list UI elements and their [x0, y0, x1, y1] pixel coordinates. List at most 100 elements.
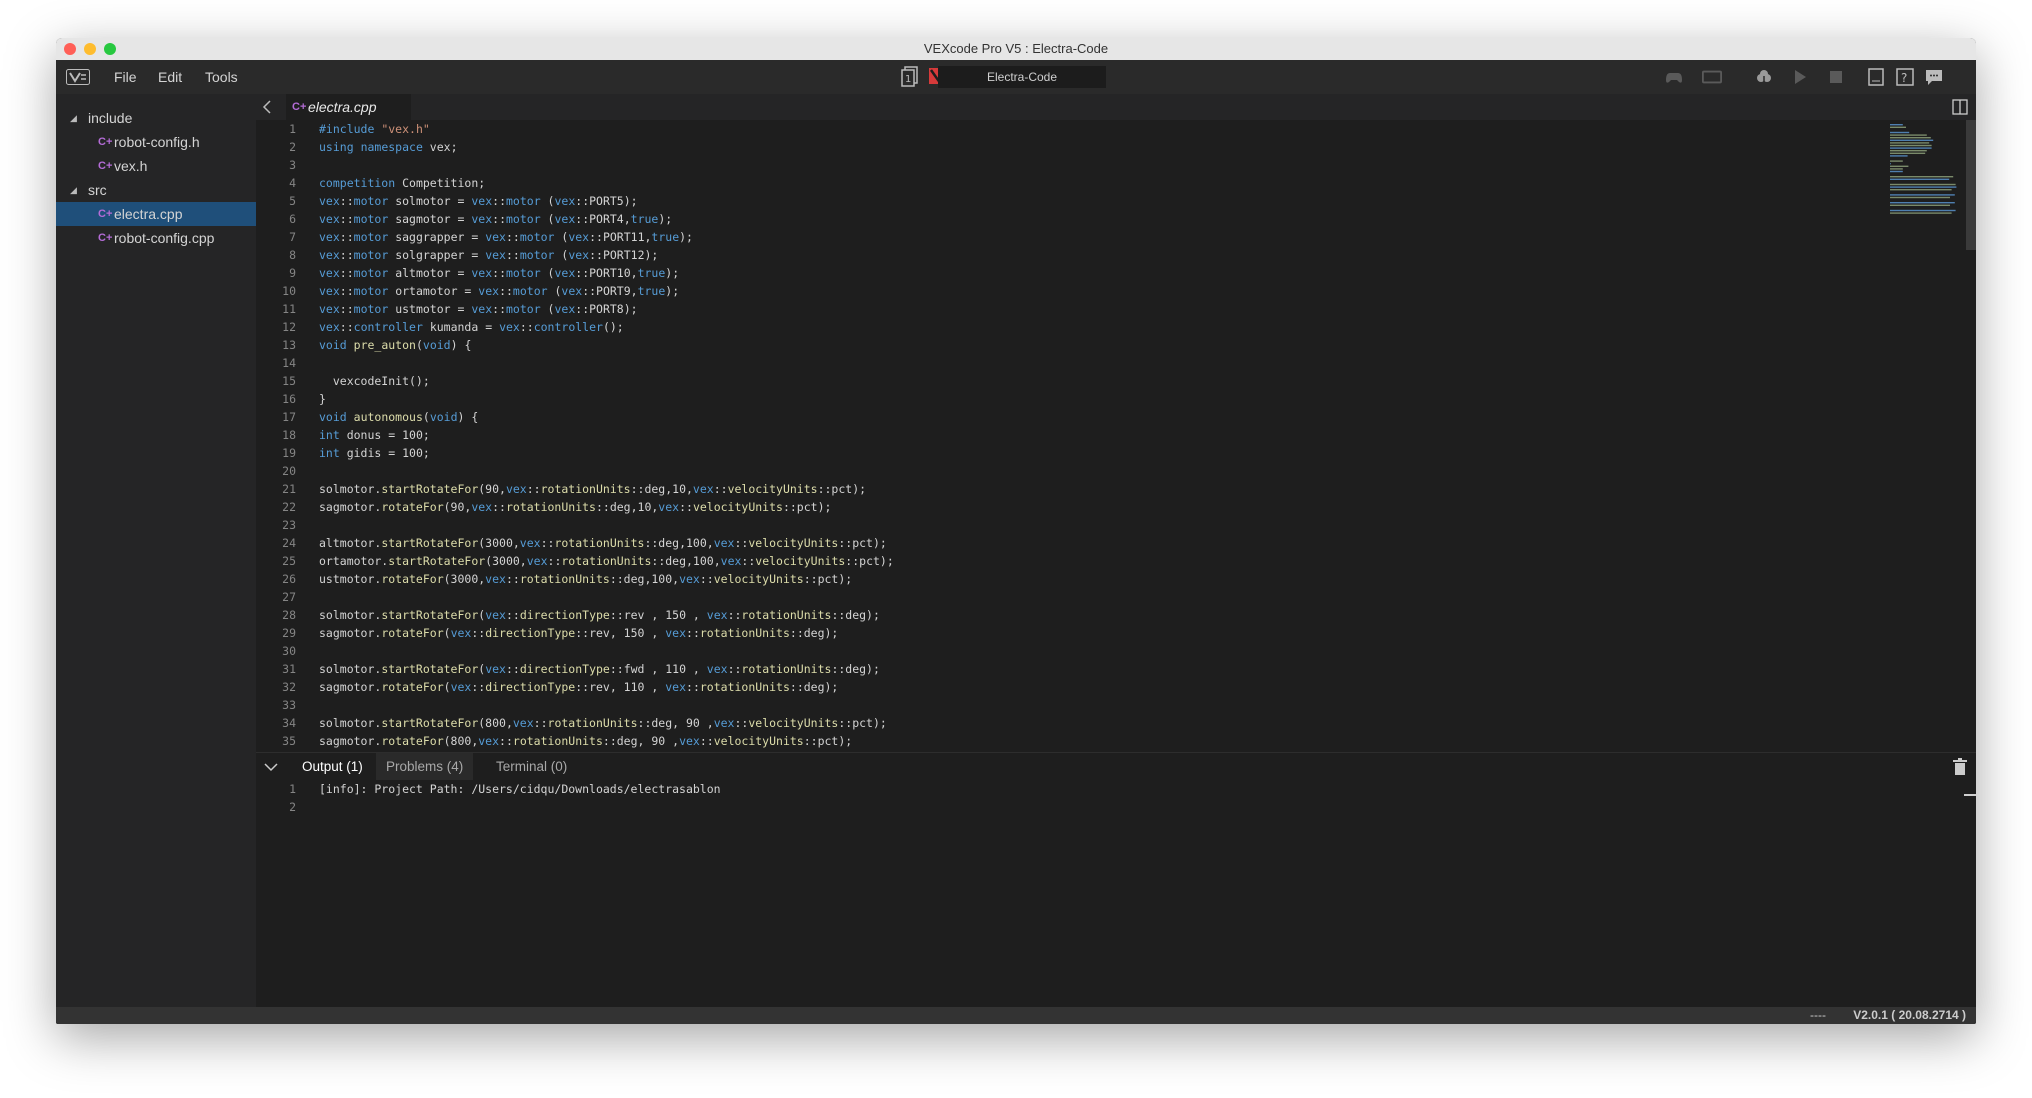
code-line[interactable]: [319, 462, 894, 480]
trash-icon[interactable]: [1952, 758, 1968, 776]
vex-logo-icon[interactable]: [66, 69, 90, 85]
tab-electra-cpp[interactable]: C+ electra.cpp: [286, 94, 411, 120]
output-panel[interactable]: 1 2 [info]: Project Path: /Users/cidqu/D…: [256, 780, 1976, 1007]
minimize-window-button[interactable]: [84, 43, 96, 55]
project-name[interactable]: Electra-Code: [938, 66, 1106, 88]
code-line[interactable]: ortamotor.startRotateFor(3000,vex::rotat…: [319, 552, 894, 570]
line-number: 30: [282, 644, 296, 658]
minimap-line: [1890, 152, 1926, 154]
tab-problems[interactable]: Problems (4): [376, 753, 474, 781]
device-info-icon[interactable]: [1866, 68, 1886, 86]
play-icon[interactable]: [1790, 68, 1810, 86]
code-line[interactable]: [319, 642, 894, 660]
code-line[interactable]: #include "vex.h": [319, 120, 894, 138]
download-icon[interactable]: [1754, 68, 1774, 86]
output-panel-header: Output (1) Problems (4) Terminal (0): [256, 752, 1976, 781]
menu-edit[interactable]: Edit: [158, 69, 182, 85]
close-window-button[interactable]: [64, 43, 76, 55]
code-line[interactable]: solmotor.startRotateFor(800,vex::rotatio…: [319, 714, 894, 732]
code-line[interactable]: sagmotor.rotateFor(90,vex::rotationUnits…: [319, 498, 894, 516]
line-number: 11: [282, 302, 296, 316]
code-line[interactable]: [319, 156, 894, 174]
code-line[interactable]: }: [319, 390, 894, 408]
code-line[interactable]: sagmotor.rotateFor(vex::directionType::r…: [319, 624, 894, 642]
code-line[interactable]: [319, 696, 894, 714]
tree-folder-include[interactable]: ◢ include: [56, 106, 256, 130]
line-number: 8: [289, 248, 296, 262]
collapse-arrow-icon: ◢: [70, 185, 77, 195]
line-number: 20: [282, 464, 296, 478]
code-line[interactable]: vex::motor sagmotor = vex::motor (vex::P…: [319, 210, 894, 228]
zoom-window-button[interactable]: [104, 43, 116, 55]
code-line[interactable]: sagmotor.rotateFor(vex::directionType::r…: [319, 678, 894, 696]
code-line[interactable]: competition Competition;: [319, 174, 894, 192]
minimap-line: [1890, 209, 1956, 212]
line-number: 17: [282, 410, 296, 424]
editor-scrollbar[interactable]: [1966, 120, 1976, 250]
code-line[interactable]: vex::motor ustmotor = vex::motor (vex::P…: [319, 300, 894, 318]
tree-file-robot-config-cpp[interactable]: C+ robot-config.cpp: [56, 226, 256, 250]
slot-selector-icon[interactable]: 1: [900, 65, 920, 87]
code-line[interactable]: vex::controller kumanda = vex::controlle…: [319, 318, 894, 336]
code-line[interactable]: [319, 354, 894, 372]
help-icon[interactable]: ?: [1895, 68, 1915, 86]
code-line[interactable]: [319, 516, 894, 534]
tree-file-vex-h[interactable]: C+ vex.h: [56, 154, 256, 178]
line-number: 28: [282, 608, 296, 622]
controller-icon[interactable]: [1664, 68, 1684, 86]
code-line[interactable]: sagmotor.rotateFor(800,vex::rotationUnit…: [319, 732, 894, 750]
tab-output[interactable]: Output (1): [292, 753, 373, 781]
minimap-line: [1890, 212, 1952, 214]
code-line[interactable]: vex::motor solmotor = vex::motor (vex::P…: [319, 192, 894, 210]
tree-file-robot-config-h[interactable]: C+ robot-config.h: [56, 130, 256, 154]
chevron-left-icon[interactable]: [260, 94, 274, 120]
code-line[interactable]: altmotor.startRotateFor(3000,vex::rotati…: [319, 534, 894, 552]
line-number: 33: [282, 698, 296, 712]
tree-item-label: robot-config.h: [114, 134, 200, 150]
code-line[interactable]: int gidis = 100;: [319, 444, 894, 462]
line-number: 12: [282, 320, 296, 334]
minimap[interactable]: [1886, 120, 1966, 420]
code-line[interactable]: int donus = 100;: [319, 426, 894, 444]
menu-file[interactable]: File: [114, 69, 137, 85]
code-line[interactable]: void autonomous(void) {: [319, 408, 894, 426]
minimap-line: [1890, 126, 1906, 128]
line-number: 13: [282, 338, 296, 352]
line-number: 5: [289, 194, 296, 208]
tab-terminal[interactable]: Terminal (0): [486, 753, 577, 781]
code-line[interactable]: using namespace vex;: [319, 138, 894, 156]
cpp-file-icon: C+: [98, 160, 113, 172]
collapse-panel-icon[interactable]: [262, 753, 280, 781]
code-line[interactable]: vex::motor altmotor = vex::motor (vex::P…: [319, 264, 894, 282]
code-line[interactable]: vex::motor solgrapper = vex::motor (vex:…: [319, 246, 894, 264]
line-number: 1: [289, 782, 296, 796]
code-line[interactable]: solmotor.startRotateFor(vex::directionTy…: [319, 660, 894, 678]
feedback-icon[interactable]: [1924, 68, 1944, 86]
minimap-line: [1890, 183, 1956, 186]
line-number: 19: [282, 446, 296, 460]
code-line[interactable]: solmotor.startRotateFor(90,vex::rotation…: [319, 480, 894, 498]
code-editor[interactable]: 1 2 3 4 5 6 7 8 9 10 11 12 13 14 15 16 17 18 19 20 21 22 23 24 2…: [256, 120, 1976, 752]
tree-file-electra-cpp[interactable]: C+ electra.cpp: [56, 202, 256, 226]
split-editor-icon[interactable]: [1952, 99, 1968, 115]
code-line[interactable]: void pre_auton(void) {: [319, 336, 894, 354]
output-line-numbers: 1 2: [256, 780, 296, 816]
line-number: 27: [282, 590, 296, 604]
line-number: 29: [282, 626, 296, 640]
code-line[interactable]: vex::motor saggrapper = vex::motor (vex:…: [319, 228, 894, 246]
minimap-line: [1890, 137, 1931, 139]
brain-screen-icon[interactable]: [1702, 68, 1722, 86]
stop-icon[interactable]: [1826, 68, 1846, 86]
cpp-file-icon: C+: [98, 136, 113, 148]
code-line[interactable]: solmotor.startRotateFor(vex::directionTy…: [319, 606, 894, 624]
code-line[interactable]: ustmotor.rotateFor(3000,vex::rotationUni…: [319, 570, 894, 588]
code-line[interactable]: vex::motor ortamotor = vex::motor (vex::…: [319, 282, 894, 300]
code-area[interactable]: #include "vex.h" using namespace vex; comp…: [319, 120, 894, 750]
line-number: 9: [289, 266, 296, 280]
line-number: 14: [282, 356, 296, 370]
code-line[interactable]: [319, 588, 894, 606]
tree-folder-src[interactable]: ◢ src: [56, 178, 256, 202]
code-line[interactable]: vexcodeInit();: [319, 372, 894, 390]
menu-tools[interactable]: Tools: [205, 69, 238, 85]
window-controls: [64, 43, 116, 55]
